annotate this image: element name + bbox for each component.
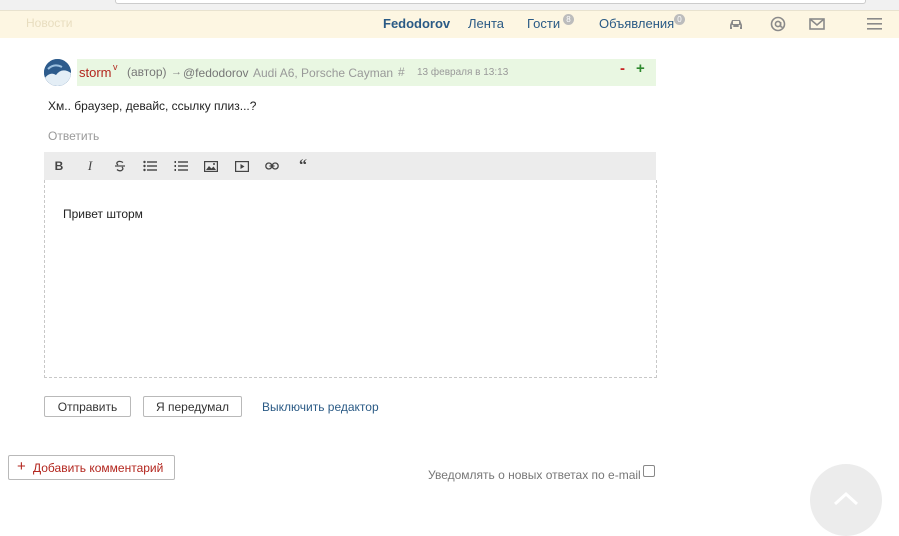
send-button[interactable]: Отправить bbox=[44, 396, 131, 417]
add-comment-button[interactable]: + Добавить комментарий bbox=[8, 455, 175, 480]
comment-permalink[interactable]: # bbox=[398, 65, 405, 79]
plus-icon: + bbox=[17, 458, 26, 475]
comment-author-link[interactable]: storm bbox=[79, 65, 112, 80]
nav-faded-item[interactable]: Новости bbox=[26, 16, 72, 30]
quote-button[interactable]: “ bbox=[293, 157, 313, 175]
author-role: (автор) bbox=[127, 65, 167, 79]
notify-checkbox[interactable] bbox=[643, 465, 655, 477]
top-strip bbox=[0, 0, 899, 10]
comment-text: Хм.. браузер, девайс, ссылку плиз...? bbox=[48, 99, 257, 113]
nav-guests-link[interactable]: Гости bbox=[527, 16, 560, 31]
image-button[interactable] bbox=[201, 157, 221, 175]
strikethrough-icon bbox=[115, 160, 125, 172]
bullet-list-button[interactable] bbox=[140, 157, 160, 175]
author-cars[interactable]: Audi A6, Porsche Cayman bbox=[253, 66, 393, 80]
comment-editor[interactable]: Привет шторм bbox=[44, 180, 657, 378]
bold-icon: B bbox=[54, 159, 64, 173]
notify-label: Уведомлять о новых ответах по e-mail bbox=[428, 468, 641, 482]
reply-arrow-icon: → bbox=[171, 66, 182, 78]
avatar[interactable] bbox=[44, 59, 71, 86]
bold-button[interactable]: B bbox=[49, 157, 69, 175]
quote-icon: “ bbox=[299, 157, 307, 174]
video-icon bbox=[235, 160, 249, 172]
nav-ads-link[interactable]: Объявления bbox=[599, 16, 674, 31]
add-comment-label: Добавить комментарий bbox=[33, 461, 164, 475]
guests-count-badge: 8 bbox=[563, 14, 574, 25]
link-icon bbox=[265, 162, 279, 170]
nav-user-link[interactable]: Fedodorov bbox=[383, 16, 450, 31]
reply-link[interactable]: Ответить bbox=[48, 129, 99, 143]
vote-minus-button[interactable]: - bbox=[620, 60, 625, 77]
comment-header: storm v (автор) → @fedodorov Audi A6, Po… bbox=[77, 59, 656, 86]
editor-toolbar: B I “ bbox=[44, 152, 656, 180]
scroll-to-top-button[interactable] bbox=[810, 464, 882, 536]
nav-feed-link[interactable]: Лента bbox=[468, 16, 504, 31]
disable-editor-link[interactable]: Выключить редактор bbox=[262, 400, 379, 414]
strikethrough-button[interactable] bbox=[110, 157, 130, 175]
verified-icon: v bbox=[113, 62, 118, 72]
ads-count-badge: 0 bbox=[674, 14, 685, 25]
italic-icon: I bbox=[87, 158, 93, 173]
numbered-list-icon bbox=[174, 161, 188, 171]
at-icon[interactable] bbox=[769, 15, 787, 33]
cancel-button[interactable]: Я передумал bbox=[143, 396, 242, 417]
italic-button[interactable]: I bbox=[80, 157, 100, 175]
image-icon bbox=[204, 160, 218, 172]
bullet-list-icon bbox=[143, 160, 157, 172]
mail-icon[interactable] bbox=[808, 15, 826, 33]
comment-date: 13 февраля в 13:13 bbox=[417, 67, 509, 78]
top-navbar: Новости Fedodorov Лента Гости 8 Объявлен… bbox=[0, 10, 899, 38]
menu-icon[interactable] bbox=[866, 15, 884, 33]
mention-link[interactable]: @fedodorov bbox=[183, 66, 249, 80]
link-button[interactable] bbox=[262, 157, 282, 175]
numbered-list-button[interactable] bbox=[171, 157, 191, 175]
video-button[interactable] bbox=[232, 157, 252, 175]
vote-plus-button[interactable]: + bbox=[636, 60, 645, 77]
car-icon[interactable] bbox=[727, 15, 745, 33]
editor-content[interactable]: Привет шторм bbox=[63, 207, 143, 221]
search-box-edge bbox=[115, 0, 866, 4]
